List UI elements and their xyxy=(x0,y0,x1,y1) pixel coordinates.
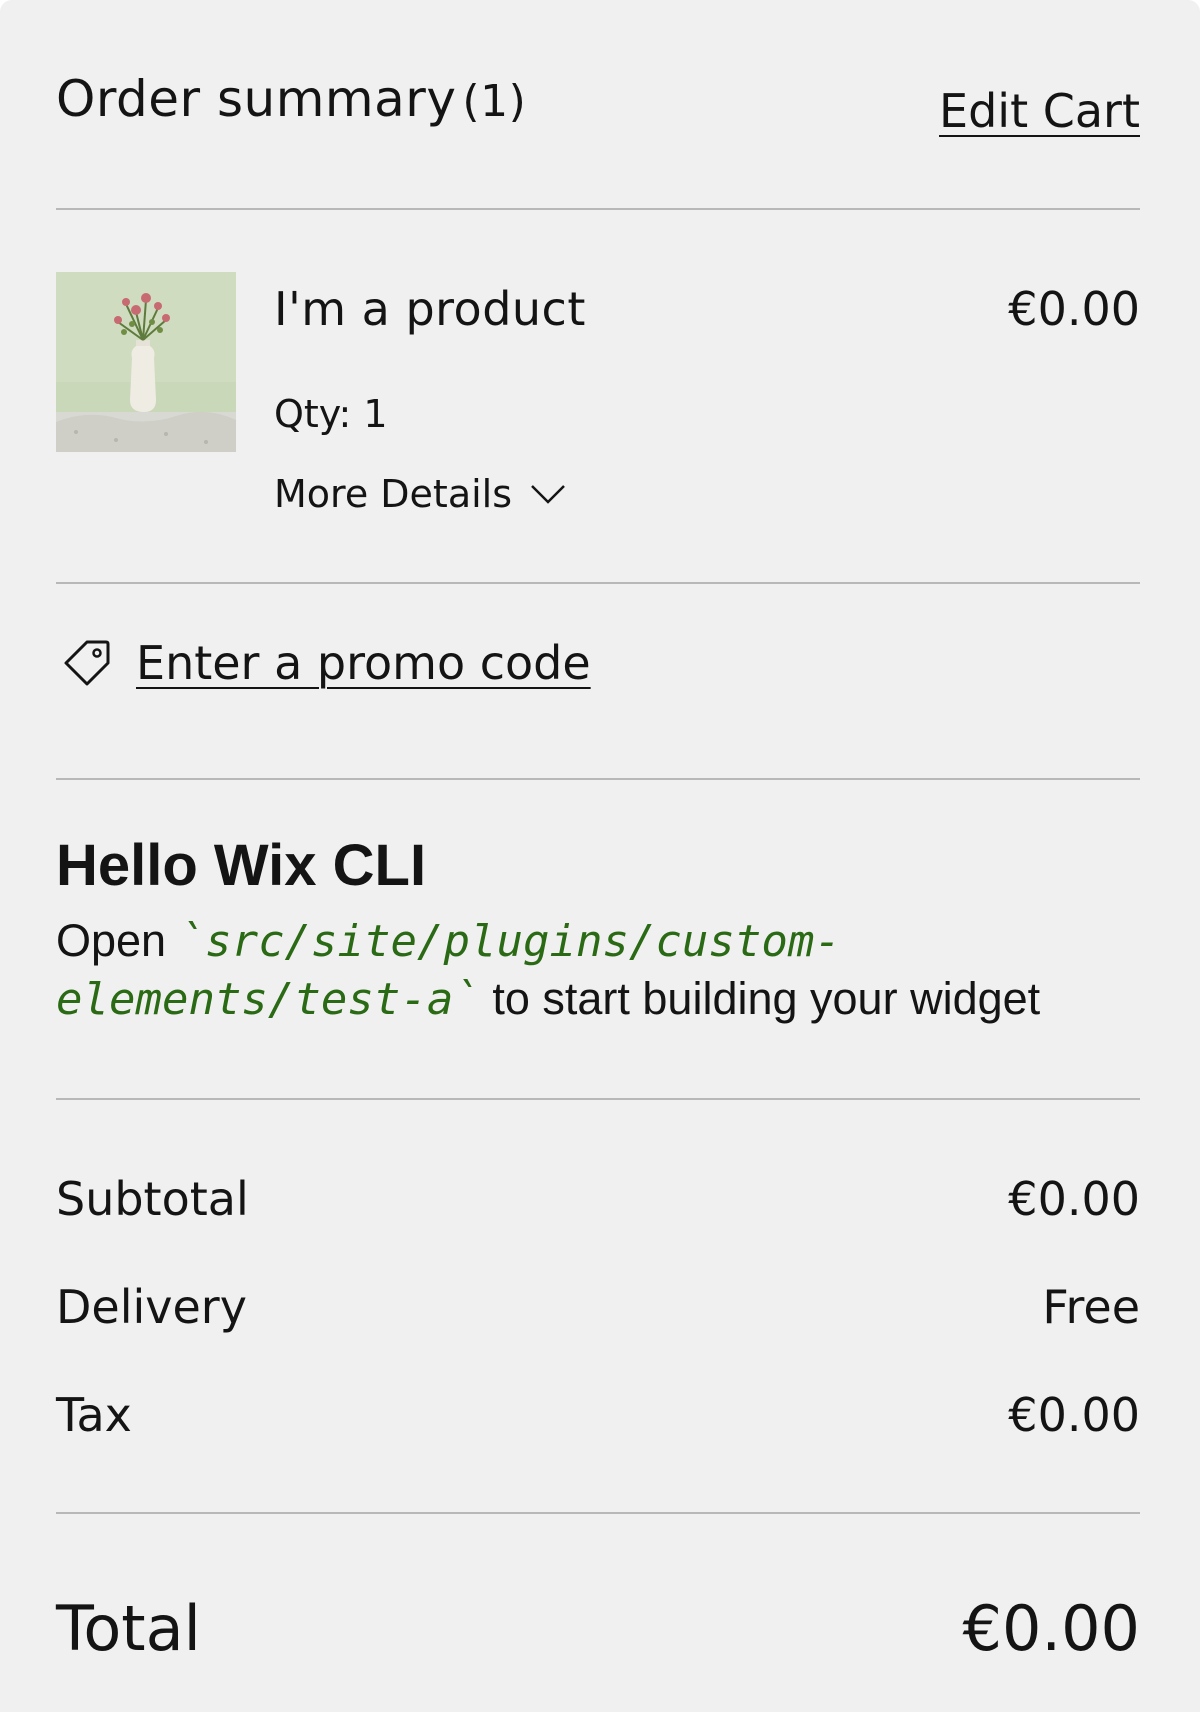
order-item-count: (1) xyxy=(462,76,527,127)
promo-section: Enter a promo code xyxy=(56,584,1140,780)
subtotal-label: Subtotal xyxy=(56,1172,249,1226)
product-quantity: Qty: 1 xyxy=(274,392,388,436)
product-thumbnail xyxy=(56,272,236,452)
promo-code-label: Enter a promo code xyxy=(136,636,591,690)
delivery-label: Delivery xyxy=(56,1280,247,1334)
widget-body: Open `src/site/plugins/custom-elements/t… xyxy=(56,912,1156,1028)
total-value: €0.00 xyxy=(962,1592,1141,1665)
chevron-down-icon xyxy=(531,485,565,504)
edit-cart-link[interactable]: Edit Cart xyxy=(939,84,1140,138)
custom-widget: Hello Wix CLI Open `src/site/plugins/cus… xyxy=(56,780,1140,1100)
widget-title: Hello Wix CLI xyxy=(56,833,427,898)
totals-section: Subtotal €0.00 Delivery Free Tax €0.00 xyxy=(56,1100,1140,1514)
tag-icon xyxy=(64,640,110,686)
more-details-label: More Details xyxy=(274,472,513,516)
order-summary-panel: Order summary (1) Edit Cart I'm a produc… xyxy=(0,0,1200,1712)
cart-item: I'm a product €0.00 Qty: 1 More Details xyxy=(56,210,1140,584)
delivery-value: Free xyxy=(1042,1280,1140,1334)
widget-body-prefix: Open xyxy=(56,915,179,966)
order-summary-title-text: Order summary xyxy=(56,70,457,128)
promo-code-link[interactable]: Enter a promo code xyxy=(60,636,591,690)
tax-label: Tax xyxy=(56,1388,132,1442)
order-summary-title: Order summary (1) xyxy=(56,70,526,128)
tax-value: €0.00 xyxy=(1008,1388,1140,1442)
total-label: Total xyxy=(56,1592,201,1665)
order-summary-header: Order summary (1) Edit Cart xyxy=(56,0,1140,210)
product-name: I'm a product xyxy=(274,282,586,336)
widget-body-suffix: to start building your widget xyxy=(479,973,1041,1024)
product-price: €0.00 xyxy=(1008,282,1140,336)
total-row: Total €0.00 xyxy=(56,1514,1140,1694)
more-details-toggle[interactable]: More Details xyxy=(274,472,566,516)
subtotal-value: €0.00 xyxy=(1008,1172,1140,1226)
